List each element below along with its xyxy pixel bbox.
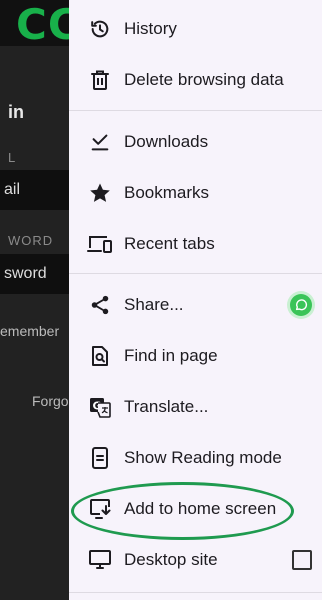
menu-item-add-to-home-screen[interactable]: Add to home screen xyxy=(69,483,326,534)
menu-item-label: Bookmarks xyxy=(124,183,210,202)
menu-divider xyxy=(69,110,326,111)
desktop-site-checkbox[interactable] xyxy=(292,550,312,570)
menu-item-translate[interactable]: G Translate... xyxy=(69,381,326,432)
download-check-icon xyxy=(87,129,113,155)
menu-item-label: Delete browsing data xyxy=(124,70,284,89)
share-icon xyxy=(87,292,113,318)
email-field[interactable]: ail xyxy=(0,170,80,210)
menu-divider xyxy=(69,273,326,274)
menu-item-label: Add to home screen xyxy=(124,499,277,518)
password-field[interactable]: sword xyxy=(0,254,80,294)
menu-item-label: Downloads xyxy=(124,132,209,151)
remember-me-label[interactable]: emember xyxy=(0,323,59,339)
menu-item-recent-tabs[interactable]: Recent tabs xyxy=(69,218,326,269)
menu-item-label: Desktop site xyxy=(124,550,218,569)
menu-item-bookmarks[interactable]: Bookmarks xyxy=(69,167,326,218)
desktop-icon xyxy=(87,547,113,573)
screen-edge xyxy=(322,0,326,600)
menu-item-show-reading-mode[interactable]: Show Reading mode xyxy=(69,432,326,483)
translate-icon: G xyxy=(87,394,113,420)
find-in-page-icon xyxy=(87,343,113,369)
menu-item-label: Show Reading mode xyxy=(124,448,282,467)
reading-mode-icon xyxy=(87,445,113,471)
password-label: WORD xyxy=(8,233,54,248)
menu-item-downloads[interactable]: Downloads xyxy=(69,116,326,167)
trash-icon xyxy=(87,67,113,93)
menu-divider xyxy=(69,592,326,593)
menu-item-share[interactable]: Share... xyxy=(69,279,326,330)
whatsapp-icon[interactable] xyxy=(290,294,312,316)
menu-item-label: Find in page xyxy=(124,346,218,365)
login-heading: in xyxy=(8,102,24,122)
menu-item-label: Share... xyxy=(124,295,184,314)
menu-item-label: Recent tabs xyxy=(124,234,215,253)
menu-item-label: History xyxy=(124,19,177,38)
site-logo: CC xyxy=(0,0,80,46)
menu-item-label: Translate... xyxy=(124,397,209,416)
menu-item-history[interactable]: History xyxy=(69,3,326,54)
menu-item-find-in-page[interactable]: Find in page xyxy=(69,330,326,381)
forgot-password-link[interactable]: Forgo xyxy=(32,393,69,409)
history-icon xyxy=(87,16,113,42)
star-icon xyxy=(87,180,113,206)
menu-item-desktop-site[interactable]: Desktop site xyxy=(69,534,326,585)
menu-item-delete-browsing-data[interactable]: Delete browsing data xyxy=(69,54,326,105)
browser-overflow-menu: History Delete browsing data Downloads B… xyxy=(69,0,326,600)
devices-icon xyxy=(87,231,113,257)
email-label: L xyxy=(8,150,17,165)
add-to-home-icon xyxy=(87,496,113,522)
